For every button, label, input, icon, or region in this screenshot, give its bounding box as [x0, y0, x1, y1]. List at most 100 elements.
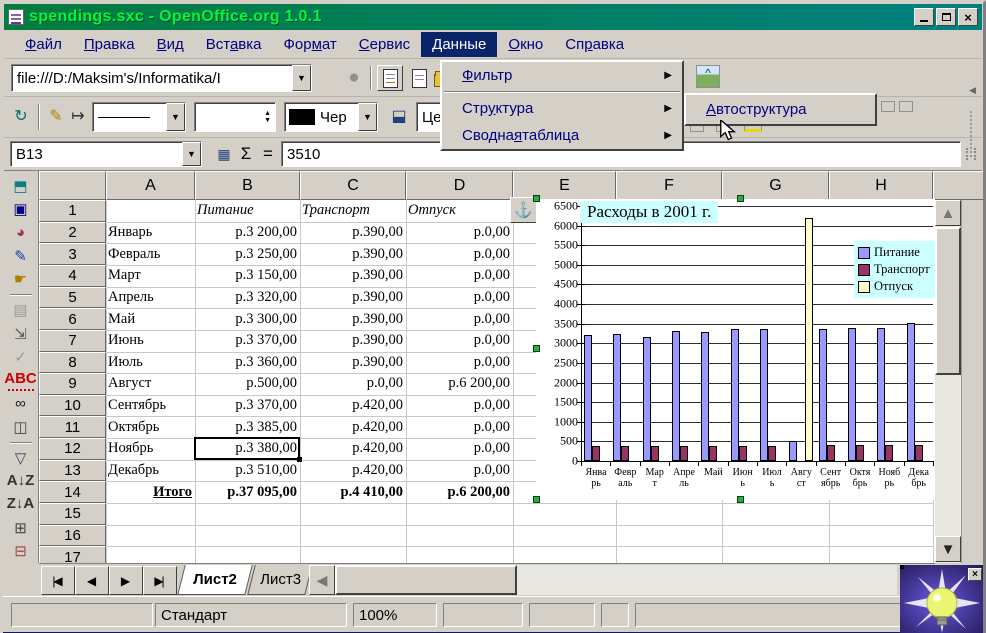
insert-frame-icon[interactable]: ▣: [8, 198, 34, 220]
line-style-pen-icon[interactable]: ✎: [44, 104, 68, 128]
sheet-tab-Лист2[interactable]: Лист2: [177, 565, 252, 595]
function-equals-icon[interactable]: =: [256, 142, 280, 166]
insert-cells-icon[interactable]: ▤: [8, 299, 34, 321]
row-header-13[interactable]: 13: [39, 460, 106, 482]
row-header-12[interactable]: 12: [39, 438, 106, 460]
cell-D14[interactable]: р.6 200,00: [408, 481, 510, 503]
cell-B13[interactable]: р.3 510,00: [197, 460, 297, 482]
chart-selection-handle[interactable]: [533, 195, 540, 202]
cell-B9[interactable]: р.500,00: [197, 373, 297, 395]
chart-selection-handle[interactable]: [737, 195, 744, 202]
cell-B5[interactable]: р.3 320,00: [197, 287, 297, 309]
tab-last-icon[interactable]: ▶|: [143, 566, 177, 595]
menu-Окно[interactable]: Окно: [497, 32, 554, 57]
row-header-1[interactable]: 1: [39, 200, 106, 222]
row-header-15[interactable]: 15: [39, 503, 106, 525]
menu-Формат[interactable]: Формат: [272, 32, 347, 57]
cell-D7[interactable]: р.0,00: [408, 330, 510, 352]
cell-C11[interactable]: р.420,00: [302, 416, 403, 438]
cell-A12[interactable]: Ноябрь: [108, 438, 192, 460]
cell-B6[interactable]: р.3 300,00: [197, 308, 297, 330]
line-style-combobox[interactable]: ▼: [92, 102, 186, 132]
grid-corner-button[interactable]: [39, 171, 106, 200]
insert-chart-icon[interactable]: ◕: [8, 222, 34, 244]
insert-from-file-icon[interactable]: ⇲: [8, 323, 34, 345]
cell-D6[interactable]: р.0,00: [408, 308, 510, 330]
title-bar[interactable]: spendings.sxc - OpenOffice.org 1.0.1 ×: [4, 4, 982, 30]
find-icon[interactable]: ∞: [8, 392, 34, 414]
sort-ascending-icon[interactable]: A↓Z: [8, 470, 34, 492]
minimize-button[interactable]: [914, 8, 934, 26]
menu-item-Фильтр[interactable]: Фильтр▶: [442, 62, 682, 89]
cell-A2[interactable]: Январь: [108, 222, 192, 244]
selection-fill-handle[interactable]: [297, 457, 302, 462]
edit-file-icon[interactable]: [377, 65, 403, 91]
collapse-left-icon[interactable]: ◀: [969, 85, 976, 96]
row-header-3[interactable]: 3: [39, 243, 106, 265]
row-header-8[interactable]: 8: [39, 352, 106, 374]
hscroll-left-icon[interactable]: ◀: [309, 565, 335, 595]
menu-Данные[interactable]: Данные: [421, 32, 497, 57]
arrow-style-icon[interactable]: ↦: [66, 104, 90, 128]
cell-C13[interactable]: р.420,00: [302, 460, 403, 482]
tab-first-icon[interactable]: |◀: [41, 566, 75, 595]
spinner-arrows[interactable]: ▲▼: [260, 108, 275, 126]
row-header-14[interactable]: 14: [39, 481, 106, 503]
cell-A3[interactable]: Февраль: [108, 243, 192, 265]
chart-selection-handle[interactable]: [533, 496, 540, 503]
ungroup-icon[interactable]: ⊟: [8, 540, 34, 562]
url-combobox[interactable]: file:///D:/Maksim's/Informatika/I ▼: [11, 64, 312, 92]
cell-A13[interactable]: Декабрь: [108, 460, 192, 482]
menu-Справка[interactable]: Справка: [554, 32, 635, 57]
spreadsheet-grid[interactable]: ABCDEFGH1234567891011121314151617Питание…: [39, 171, 935, 563]
function-wizard-icon[interactable]: ▦: [212, 142, 236, 166]
help-agent-close-icon[interactable]: ×: [968, 568, 982, 581]
line-color-combobox[interactable]: Чер ▼: [284, 102, 378, 132]
cell-C12[interactable]: р.420,00: [302, 438, 403, 460]
cell-C14[interactable]: р.4 410,00: [302, 481, 403, 503]
sum-icon[interactable]: Σ: [234, 142, 258, 166]
cell-C1[interactable]: Транспорт: [302, 200, 403, 222]
cell-D10[interactable]: р.0,00: [408, 395, 510, 417]
cell-C2[interactable]: р.390,00: [302, 222, 403, 244]
autofilter-icon[interactable]: ▽: [8, 447, 34, 469]
cell-A5[interactable]: Апрель: [108, 287, 192, 309]
menu-Сервис[interactable]: Сервис: [348, 32, 421, 57]
cell-A7[interactable]: Июнь: [108, 330, 192, 352]
sheet-tab-Лист3[interactable]: Лист3: [247, 565, 312, 595]
gallery-icon[interactable]: ^: [696, 65, 720, 88]
cell-B11[interactable]: р.3 385,00: [197, 416, 297, 438]
row-header-9[interactable]: 9: [39, 373, 106, 395]
maximize-button[interactable]: [936, 8, 956, 26]
tab-prev-icon[interactable]: ◀: [75, 566, 109, 595]
cell-A6[interactable]: Май: [108, 308, 192, 330]
chart-selection-handle[interactable]: [737, 496, 744, 503]
window-split-icon[interactable]: ◫: [8, 416, 34, 438]
menu-Вид[interactable]: Вид: [146, 32, 195, 57]
menu-item-Автоструктура[interactable]: Автоструктура: [686, 95, 875, 124]
cell-C3[interactable]: р.390,00: [302, 243, 403, 265]
cell-B7[interactable]: р.3 370,00: [197, 330, 297, 352]
cell-C5[interactable]: р.390,00: [302, 287, 403, 309]
column-header-B[interactable]: B: [195, 171, 300, 200]
column-header-C[interactable]: C: [300, 171, 406, 200]
cell-D1[interactable]: Отпуск: [408, 200, 510, 222]
cell-D2[interactable]: р.0,00: [408, 222, 510, 244]
cell-B10[interactable]: р.3 370,00: [197, 395, 297, 417]
draw-functions-icon[interactable]: ✎: [8, 245, 34, 267]
menu-Вставка[interactable]: Вставка: [195, 32, 273, 57]
cell-C10[interactable]: р.420,00: [302, 395, 403, 417]
cell-B2[interactable]: р.3 200,00: [197, 222, 297, 244]
row-header-6[interactable]: 6: [39, 308, 106, 330]
row-header-7[interactable]: 7: [39, 330, 106, 352]
group-icon[interactable]: ⊞: [8, 517, 34, 539]
column-header-F[interactable]: F: [616, 171, 722, 200]
vscroll-up-icon[interactable]: ▲: [935, 200, 961, 226]
fill-paint-can-icon[interactable]: ⬓: [387, 104, 411, 128]
cell-B1[interactable]: Питание: [197, 200, 297, 222]
cell-D4[interactable]: р.0,00: [408, 265, 510, 287]
menu-item-Сводная таблица[interactable]: Сводная таблица▶: [442, 122, 682, 149]
tab-next-icon[interactable]: ▶: [109, 566, 143, 595]
row-header-5[interactable]: 5: [39, 287, 106, 309]
row-header-16[interactable]: 16: [39, 525, 106, 547]
